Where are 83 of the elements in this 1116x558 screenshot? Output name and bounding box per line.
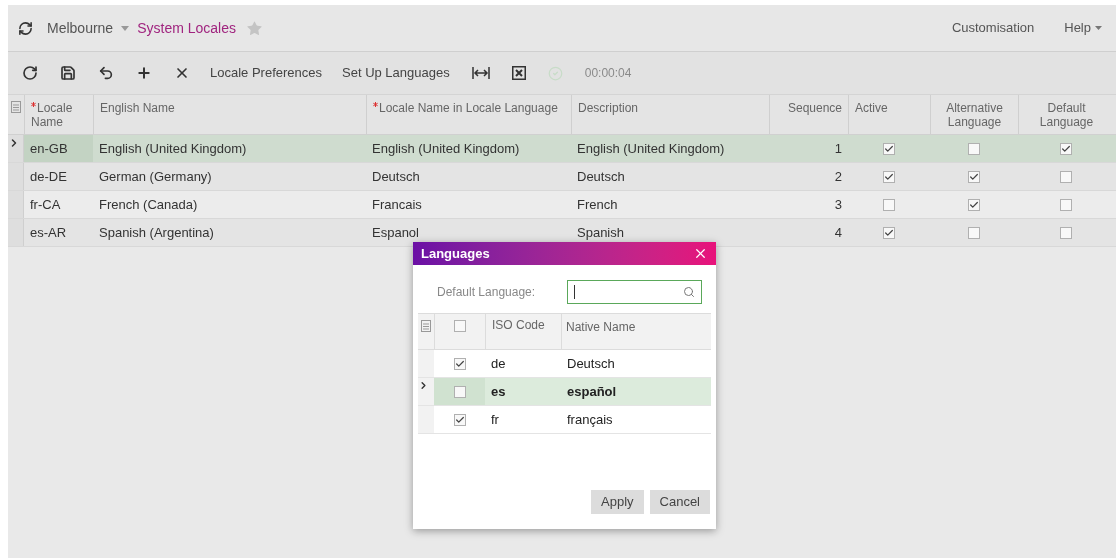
table-cell-text: Spanish xyxy=(576,223,625,242)
checkbox[interactable] xyxy=(453,357,466,370)
timer: 00:00:04 xyxy=(584,65,632,82)
dialog-title: Languages xyxy=(421,244,490,263)
company-selector[interactable]: Melbourne xyxy=(47,17,114,39)
table-cell-text: fr xyxy=(490,410,500,429)
column-header[interactable]: ISO Code xyxy=(485,314,561,349)
column-settings-icon[interactable] xyxy=(11,101,21,113)
excel-export-icon[interactable] xyxy=(511,66,526,80)
close-icon[interactable] xyxy=(693,246,708,261)
checkbox[interactable] xyxy=(883,170,895,183)
add-icon[interactable] xyxy=(136,65,152,81)
undo-icon[interactable] xyxy=(98,65,114,81)
dialog-button[interactable]: Apply xyxy=(591,490,644,514)
table-cell-text: French xyxy=(576,195,619,214)
delete-icon[interactable] xyxy=(174,65,190,81)
refresh-icon[interactable] xyxy=(18,20,33,36)
column-header[interactable]: Native Name xyxy=(561,314,711,349)
checkbox[interactable] xyxy=(968,226,980,239)
column-header[interactable]: Description xyxy=(571,95,769,134)
table-cell-text: Deutsch xyxy=(576,167,626,186)
checkbox[interactable] xyxy=(453,413,466,426)
column-header[interactable]: Active xyxy=(848,95,930,134)
checkbox[interactable] xyxy=(1060,198,1072,211)
table-cell-text: English (United Kingdom) xyxy=(576,139,726,158)
column-header[interactable]: Locale Name xyxy=(24,95,93,134)
checkbox[interactable] xyxy=(1060,226,1072,239)
caret-icon[interactable] xyxy=(121,25,130,31)
table-cell-text: English (United Kingdom) xyxy=(98,139,248,158)
fit-columns-icon[interactable] xyxy=(471,66,490,80)
table-cell-text: 3 xyxy=(833,195,843,214)
caret-icon[interactable] xyxy=(1095,26,1102,30)
column-header[interactable]: Sequence xyxy=(769,95,848,134)
select-all-checkbox[interactable] xyxy=(454,320,466,332)
checkbox[interactable] xyxy=(968,170,980,183)
search-field[interactable] xyxy=(567,280,702,304)
current-row-icon xyxy=(418,380,429,391)
column-header[interactable]: Alternative Language xyxy=(930,95,1018,134)
table-cell-text: Deutsch xyxy=(371,167,421,186)
toolbar-button[interactable]: Locale Preferences xyxy=(210,63,322,83)
save-icon[interactable] xyxy=(60,65,76,81)
dialog-button[interactable]: Cancel xyxy=(649,490,710,514)
checkbox[interactable] xyxy=(453,385,466,398)
table-cell-text: es-AR xyxy=(29,223,68,242)
table-cell-text: 4 xyxy=(833,223,843,242)
checkbox[interactable] xyxy=(968,142,980,155)
table-cell-text: français xyxy=(566,410,614,429)
table-cell-text: Spanish (Argentina) xyxy=(98,223,215,242)
column-header[interactable]: English Name xyxy=(93,95,366,134)
row-selector[interactable] xyxy=(8,135,24,162)
table-cell-text: 2 xyxy=(833,167,843,186)
column-settings-icon[interactable] xyxy=(421,320,431,332)
table-cell-text: 1 xyxy=(833,139,843,158)
table-cell-text: de-DE xyxy=(29,167,68,186)
table-cell-text: es xyxy=(490,382,507,401)
table-cell-text: español xyxy=(566,382,618,401)
column-header[interactable]: Locale Name in Locale Language xyxy=(366,95,571,134)
page-title: System Locales xyxy=(137,18,236,38)
checkbox[interactable] xyxy=(883,198,895,211)
row-selector[interactable] xyxy=(418,378,434,405)
header-link[interactable]: Help xyxy=(1064,18,1102,38)
checkbox[interactable] xyxy=(883,142,895,155)
search-icon[interactable] xyxy=(683,286,695,298)
checkbox[interactable] xyxy=(1060,170,1072,183)
table-cell-text: fr-CA xyxy=(29,195,62,214)
table-cell-text: English (United Kingdom) xyxy=(371,139,521,158)
table-cell-text: French (Canada) xyxy=(98,195,199,214)
table-cell: en-GB xyxy=(24,135,93,162)
table-cell-text: Francais xyxy=(371,195,423,214)
favorite-star-icon[interactable] xyxy=(246,19,263,37)
checkbox[interactable] xyxy=(968,198,980,211)
checkbox[interactable] xyxy=(1060,142,1072,155)
column-header[interactable]: Default Language xyxy=(1018,95,1114,134)
check-circle-icon xyxy=(547,65,563,81)
checkbox[interactable] xyxy=(883,226,895,239)
table-cell-text: Deutsch xyxy=(566,354,616,373)
refresh-icon[interactable] xyxy=(22,65,38,81)
table-cell-text: de xyxy=(490,354,507,373)
table-cell-text: German (Germany) xyxy=(98,167,213,186)
field-label: Default Language: xyxy=(437,284,536,301)
table-cell-text: Espanol xyxy=(371,223,420,242)
header-link[interactable]: Customisation xyxy=(951,18,1035,38)
toolbar-button[interactable]: Set Up Languages xyxy=(342,63,450,83)
